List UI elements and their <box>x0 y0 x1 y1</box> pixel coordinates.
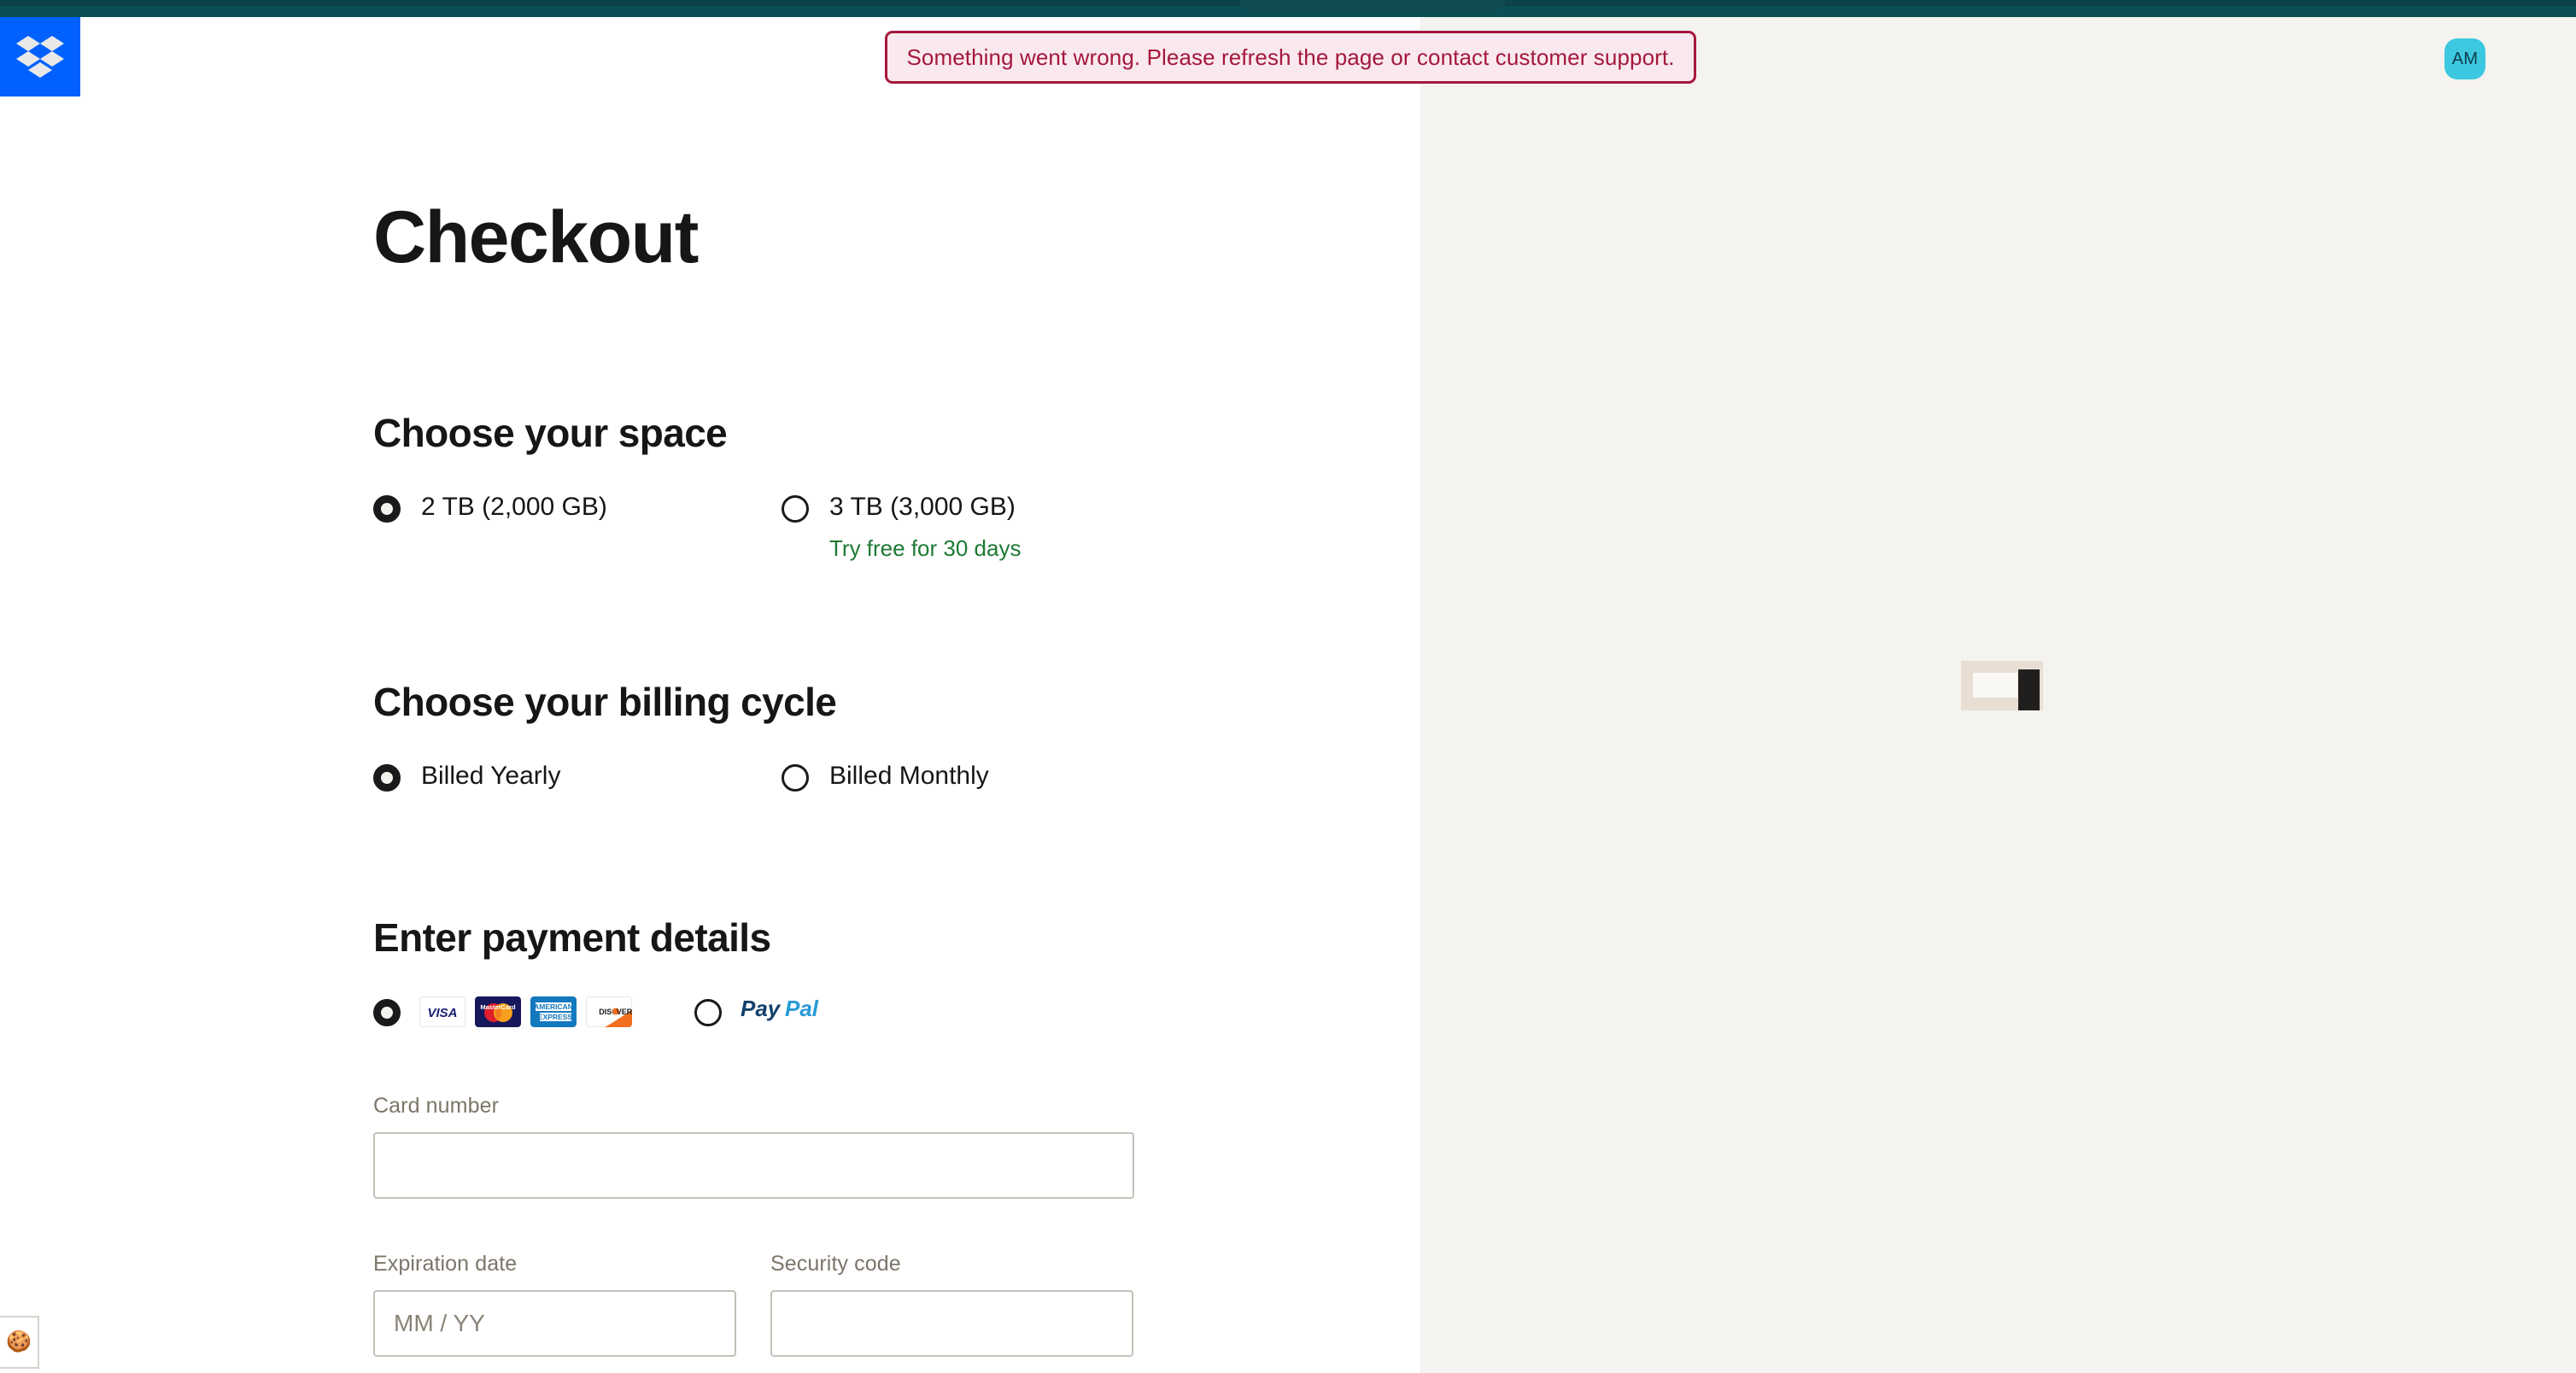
field-card-number: Card number <box>373 1094 1398 1199</box>
avatar[interactable]: AM <box>2444 38 2485 79</box>
field-security-code: Security code <box>770 1252 1133 1357</box>
expiration-date-input[interactable] <box>373 1290 736 1357</box>
billing-options: Billed Yearly Billed Monthly <box>373 762 1398 792</box>
svg-text:Pal: Pal <box>785 996 819 1021</box>
space-option-3tb[interactable]: 3 TB (3,000 GB) Try free for 30 days <box>782 494 1021 560</box>
space-option-3tb-trial: Try free for 30 days <box>829 535 1022 561</box>
error-banner: Something went wrong. Please refresh the… <box>885 31 1696 84</box>
svg-text:Pay: Pay <box>741 996 782 1021</box>
space-option-2tb-label: 2 TB (2,000 GB) <box>421 493 607 521</box>
payment-method-paypal[interactable]: Pay Pal <box>694 995 843 1028</box>
browser-tab[interactable] <box>1240 0 1505 10</box>
cookie-icon: 🍪 <box>6 1330 32 1353</box>
space-option-2tb[interactable]: 2 TB (2,000 GB) <box>373 494 782 523</box>
dropbox-logo[interactable] <box>0 17 80 96</box>
section-billing-cycle: Choose your billing cycle Billed Yearly … <box>373 560 1398 792</box>
space-option-3tb-label: 3 TB (3,000 GB) <box>829 493 1016 521</box>
radio-unselected-icon[interactable] <box>694 998 722 1026</box>
space-option-2tb-body: 2 TB (2,000 GB) <box>421 494 607 521</box>
discover-logo: DISC VER <box>586 996 632 1027</box>
cookie-preferences-button[interactable]: 🍪 <box>0 1316 39 1369</box>
billing-option-yearly-label: Billed Yearly <box>421 762 561 790</box>
billing-option-yearly[interactable]: Billed Yearly <box>373 762 782 792</box>
radio-unselected-icon[interactable] <box>782 495 809 523</box>
field-expiration-date: Expiration date <box>373 1252 736 1357</box>
expiration-date-label: Expiration date <box>373 1252 518 1276</box>
card-number-label: Card number <box>373 1094 499 1118</box>
billing-option-monthly-body: Billed Monthly <box>829 762 989 790</box>
svg-text:VER: VER <box>617 1008 632 1016</box>
amex-logo: AMERICAN EXPRESS <box>530 996 577 1027</box>
section-payment-details: Enter payment details VISA MasterCard AM… <box>373 792 1398 1357</box>
section-choose-space: Choose your space 2 TB (2,000 GB) 3 TB (… <box>373 274 1398 560</box>
mastercard-logo: MasterCard <box>475 996 521 1027</box>
security-code-input[interactable] <box>770 1290 1133 1357</box>
card-number-input[interactable] <box>373 1132 1134 1199</box>
security-code-label: Security code <box>770 1252 901 1276</box>
section-heading-billing: Choose your billing cycle <box>373 680 837 724</box>
placeholder-bar <box>2018 669 2040 710</box>
billing-option-monthly[interactable]: Billed Monthly <box>782 762 989 792</box>
svg-text:EXPRESS: EXPRESS <box>538 1013 572 1021</box>
summary-placeholder-graphic <box>1961 661 2043 710</box>
radio-unselected-icon[interactable] <box>782 764 809 792</box>
section-heading-space: Choose your space <box>373 411 728 455</box>
visa-logo: VISA <box>419 996 465 1027</box>
error-banner-text: Something went wrong. Please refresh the… <box>906 44 1675 70</box>
payment-method-card[interactable]: VISA MasterCard AMERICAN EXPRESS DISC VE… <box>373 996 641 1027</box>
space-options: 2 TB (2,000 GB) 3 TB (3,000 GB) Try free… <box>373 494 1398 560</box>
card-brand-logos: VISA MasterCard AMERICAN EXPRESS DISC VE… <box>419 996 641 1027</box>
radio-selected-icon[interactable] <box>373 495 401 523</box>
svg-text:MasterCard: MasterCard <box>480 1003 516 1011</box>
section-heading-payment: Enter payment details <box>373 915 771 960</box>
space-option-3tb-body: 3 TB (3,000 GB) Try free for 30 days <box>829 493 1022 561</box>
payment-method-options: VISA MasterCard AMERICAN EXPRESS DISC VE… <box>373 995 1398 1028</box>
avatar-initials: AM <box>2451 49 2479 68</box>
billing-option-yearly-body: Billed Yearly <box>421 762 560 790</box>
checkout-content: Checkout Choose your space 2 TB (2,000 G… <box>373 17 1398 1357</box>
paypal-logo: Pay Pal <box>741 995 843 1028</box>
radio-selected-icon[interactable] <box>373 998 401 1026</box>
billing-option-monthly-label: Billed Monthly <box>829 762 989 790</box>
placeholder-hole <box>1973 673 2017 698</box>
radio-selected-icon[interactable] <box>373 764 401 792</box>
card-detail-fields: Expiration date Security code <box>373 1252 1398 1357</box>
svg-text:AMERICAN: AMERICAN <box>534 1002 573 1011</box>
svg-text:VISA: VISA <box>427 1006 457 1020</box>
